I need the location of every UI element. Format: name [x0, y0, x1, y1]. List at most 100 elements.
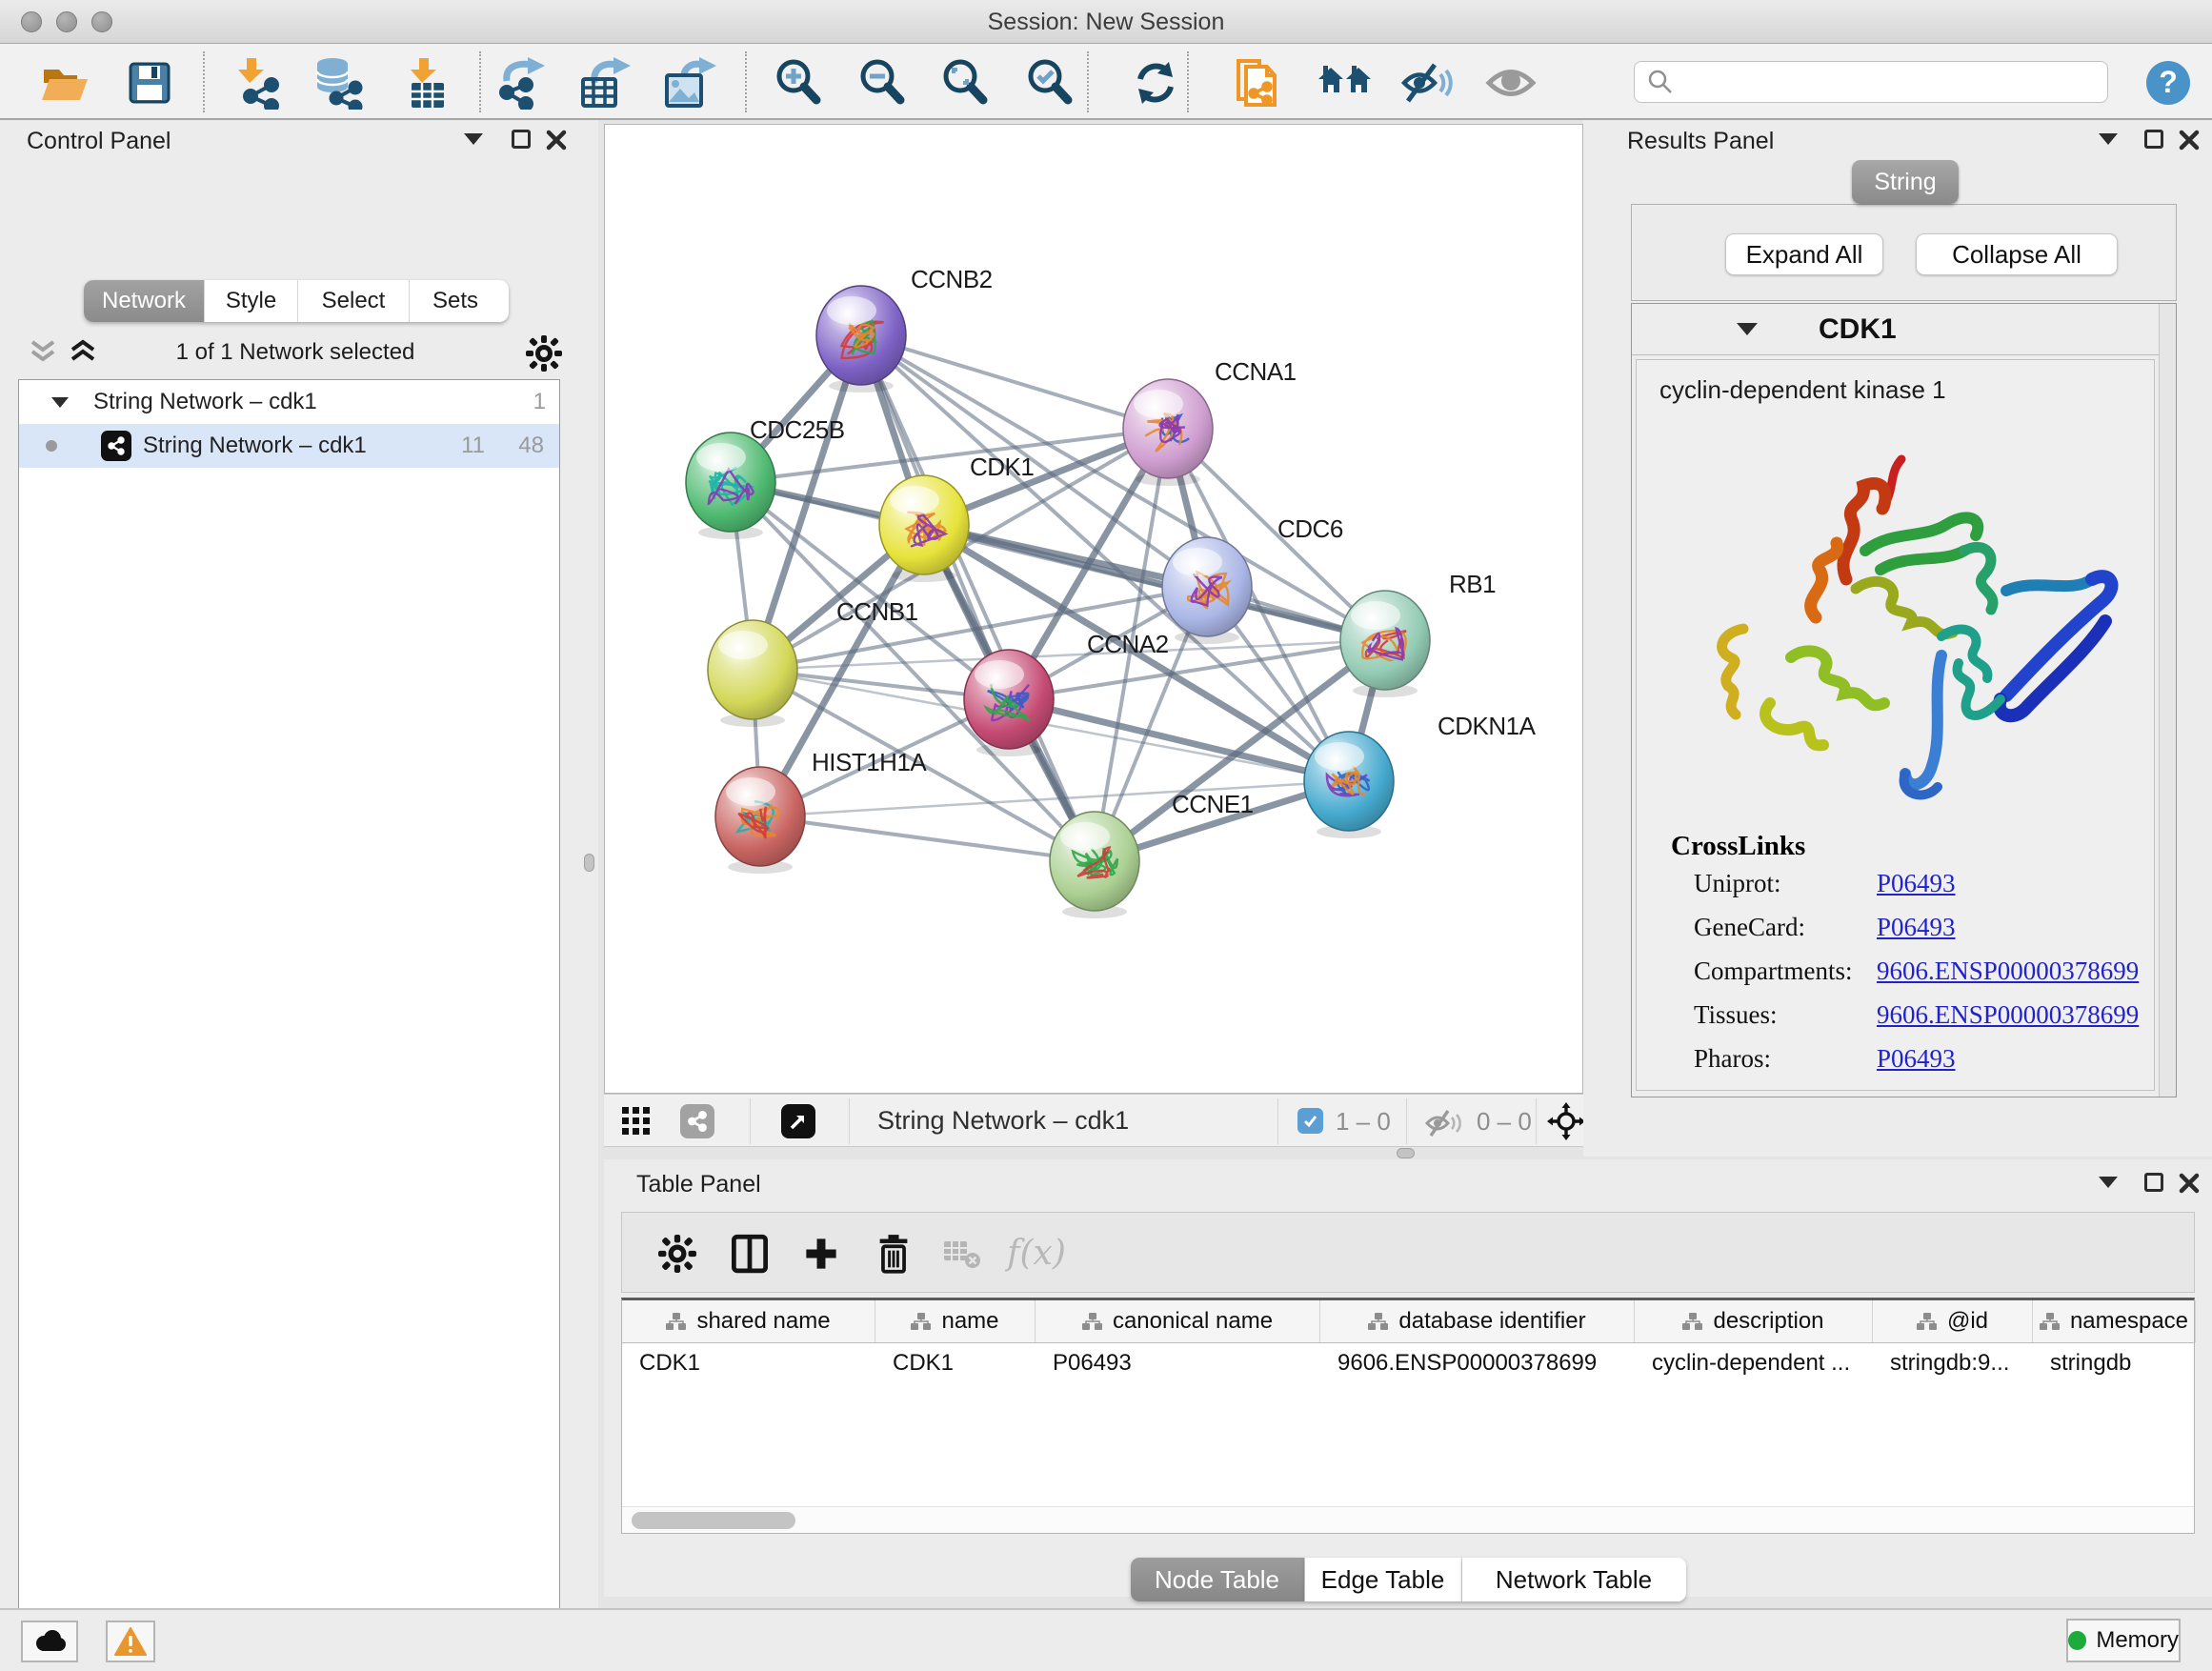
share-view-icon[interactable] — [680, 1104, 714, 1138]
node-table[interactable]: shared namenamecanonical namedatabase id… — [621, 1298, 2195, 1534]
cloud-status-button[interactable] — [21, 1621, 78, 1662]
tab-node-table[interactable]: Node Table — [1131, 1558, 1305, 1601]
crosslink-link[interactable]: P06493 — [1877, 913, 1956, 942]
close-panel-icon[interactable] — [2178, 1172, 2201, 1195]
node-CDK1[interactable]: CDK1 — [879, 453, 1034, 582]
table-settings-button[interactable] — [649, 1213, 706, 1294]
open-session-button[interactable] — [37, 55, 92, 111]
expand-all-button[interactable]: Expand All — [1725, 233, 1883, 275]
show-all-button[interactable] — [1483, 55, 1538, 111]
tab-select[interactable]: Select — [298, 280, 410, 322]
columns-icon — [732, 1234, 768, 1274]
titlebar: Session: New Session — [0, 0, 2212, 44]
float-panel-icon[interactable] — [2144, 130, 2163, 149]
node-CCNE1[interactable]: CCNE1 — [1050, 790, 1254, 918]
tab-network-table[interactable]: Network Table — [1462, 1558, 1686, 1601]
save-session-button[interactable] — [122, 55, 177, 111]
close-panel-icon[interactable] — [545, 129, 568, 151]
tab-string[interactable]: String — [1852, 160, 1959, 204]
edge-CCNE1-HIST1H1A[interactable] — [760, 816, 1095, 861]
node-CCNA1[interactable]: CCNA1 — [1123, 357, 1297, 486]
tab-network[interactable]: Network — [84, 280, 205, 322]
import-database-button[interactable] — [311, 55, 366, 111]
network-canvas[interactable]: CCNB2CCNA1CDC25BCDK1CDC6RB1CCNB1CCNA2CDK… — [604, 124, 1583, 1094]
export-image-button[interactable] — [662, 55, 717, 111]
help-button[interactable]: ? — [2141, 55, 2196, 111]
node-RB1[interactable]: RB1 — [1340, 570, 1496, 697]
birdseye-view-icon[interactable] — [781, 1104, 815, 1138]
column-header-canonical-name[interactable]: canonical name — [1036, 1300, 1320, 1342]
export-table-button[interactable] — [577, 55, 633, 111]
crosslink-link[interactable]: P06493 — [1877, 869, 1956, 898]
column-header-name[interactable]: name — [875, 1300, 1036, 1342]
network-collection-row[interactable]: String Network – cdk1 1 — [19, 380, 559, 424]
float-panel-icon[interactable] — [512, 130, 531, 149]
search-input[interactable] — [1682, 64, 2107, 100]
node-label-HIST1H1A: HIST1H1A — [812, 748, 927, 776]
vertical-splitter-grip[interactable] — [584, 854, 594, 872]
table-cell: P06493 — [1036, 1343, 1320, 1383]
float-panel-icon[interactable] — [2144, 1173, 2163, 1192]
function-builder-button[interactable]: f(x) — [1008, 1213, 1065, 1294]
node-CDKN1A[interactable]: CDKN1A — [1304, 712, 1537, 838]
crosslink-link[interactable]: 9606.ENSP00000378699 — [1877, 956, 2139, 986]
refresh-button[interactable] — [1128, 55, 1183, 111]
crosslink-link[interactable]: P06493 — [1877, 1044, 1956, 1074]
close-panel-icon[interactable] — [2178, 129, 2201, 151]
collapse-gene-icon[interactable] — [1737, 323, 1758, 335]
network-graph[interactable]: CCNB2CCNA1CDC25BCDK1CDC6RB1CCNB1CCNA2CDK… — [605, 125, 1582, 1093]
memory-button[interactable]: Memory — [2066, 1619, 2181, 1662]
column-header-description[interactable]: description — [1635, 1300, 1873, 1342]
import-table-button[interactable] — [397, 55, 452, 111]
zoom-selected-button[interactable] — [1022, 55, 1077, 111]
panel-menu-icon[interactable] — [2099, 1177, 2118, 1188]
delete-table-button[interactable] — [934, 1213, 991, 1294]
tab-edge-table[interactable]: Edge Table — [1305, 1558, 1462, 1601]
zoom-selected-icon — [1024, 57, 1076, 109]
pan-crosshair-icon[interactable] — [1547, 1102, 1585, 1140]
crosslink-link[interactable]: 9606.ENSP00000378699 — [1877, 1000, 2139, 1030]
node-CCNA2[interactable]: CCNA2 — [964, 630, 1169, 756]
collapse-network-icon[interactable] — [51, 397, 69, 408]
panel-menu-icon[interactable] — [2099, 133, 2118, 145]
zoom-in-button[interactable] — [771, 55, 826, 111]
column-header-database-identifier[interactable]: database identifier — [1320, 1300, 1635, 1342]
table-panel-title: Table Panel — [636, 1171, 761, 1198]
table-cell: CDK1 — [875, 1343, 1036, 1383]
tab-sets[interactable]: Sets — [410, 280, 501, 322]
hide-selected-button[interactable] — [1400, 55, 1456, 111]
column-header-shared-name[interactable]: shared name — [622, 1300, 875, 1342]
column-header-at-id[interactable]: @id — [1873, 1300, 2033, 1342]
column-header-namespace[interactable]: namespace — [2033, 1300, 2196, 1342]
zoom-out-button[interactable] — [855, 55, 910, 111]
file-share-icon — [1235, 55, 1284, 111]
table-horizontal-scrollbar[interactable] — [622, 1506, 2194, 1533]
network-row[interactable]: String Network – cdk1 11 48 — [19, 424, 559, 468]
gene-details-box: cyclin-dependent kinase 1 — [1636, 359, 2155, 1091]
grid-view-icon[interactable] — [621, 1106, 652, 1137]
delete-column-button[interactable] — [865, 1213, 922, 1294]
import-file-share-button[interactable] — [1232, 55, 1287, 111]
panel-menu-icon[interactable] — [464, 133, 483, 145]
show-columns-button[interactable] — [721, 1213, 778, 1294]
edge-CCNB2-CCNA1[interactable] — [861, 335, 1168, 429]
table-header-row: shared namenamecanonical namedatabase id… — [622, 1300, 2194, 1343]
network-label: String Network – cdk1 — [143, 433, 367, 459]
import-network-button[interactable] — [231, 55, 286, 111]
node-HIST1H1A[interactable]: HIST1H1A — [715, 748, 927, 874]
tab-style[interactable]: Style — [205, 280, 298, 322]
gene-header-row[interactable]: CDK1 — [1632, 304, 2159, 355]
zoom-fit-button[interactable] — [937, 55, 993, 111]
export-network-button[interactable] — [495, 55, 551, 111]
help-icon: ? — [2144, 59, 2192, 107]
scrollbar-thumb[interactable] — [632, 1512, 795, 1529]
home-button[interactable] — [1317, 55, 1373, 111]
results-scrollbar[interactable] — [2159, 304, 2176, 1097]
gear-icon[interactable] — [526, 335, 562, 372]
trash-icon — [876, 1234, 911, 1274]
table-row[interactable]: CDK1CDK1P064939606.ENSP00000378699cyclin… — [622, 1343, 2194, 1383]
add-column-button[interactable] — [793, 1213, 850, 1294]
selected-checkbox-icon[interactable] — [1297, 1108, 1323, 1134]
warnings-button[interactable] — [106, 1621, 155, 1662]
collapse-all-button[interactable]: Collapse All — [1916, 233, 2118, 275]
